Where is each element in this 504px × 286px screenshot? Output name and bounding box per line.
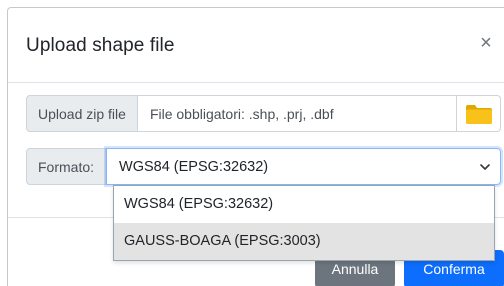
- close-icon: ×: [480, 32, 492, 54]
- format-selected-value: WGS84 (EPSG:32632): [119, 158, 269, 175]
- format-group: Formato: WGS84 (EPSG:32632): [26, 148, 501, 185]
- browse-folder-button[interactable]: [457, 95, 501, 132]
- format-option-gauss-boaga[interactable]: GAUSS-BOAGA (EPSG:3003): [114, 223, 494, 260]
- format-label: Formato:: [26, 148, 107, 185]
- format-option-wgs84[interactable]: WGS84 (EPSG:32632): [114, 186, 494, 223]
- upload-zip-label: Upload zip file: [26, 95, 138, 132]
- format-select[interactable]: WGS84 (EPSG:32632): [106, 148, 501, 185]
- chevron-down-icon: [480, 164, 490, 170]
- format-dropdown-list: WGS84 (EPSG:32632) GAUSS-BOAGA (EPSG:300…: [113, 185, 495, 261]
- modal-title: Upload shape file: [26, 35, 175, 56]
- screen: Upload shape file × Upload zip file File…: [0, 0, 504, 286]
- upload-file-group: Upload zip file File obbligatori: .shp, …: [26, 95, 501, 132]
- modal-header: Upload shape file ×: [8, 8, 504, 83]
- folder-icon: [465, 104, 492, 124]
- close-button[interactable]: ×: [476, 33, 496, 53]
- file-input-field[interactable]: File obbligatori: .shp, .prj, .dbf: [137, 95, 457, 132]
